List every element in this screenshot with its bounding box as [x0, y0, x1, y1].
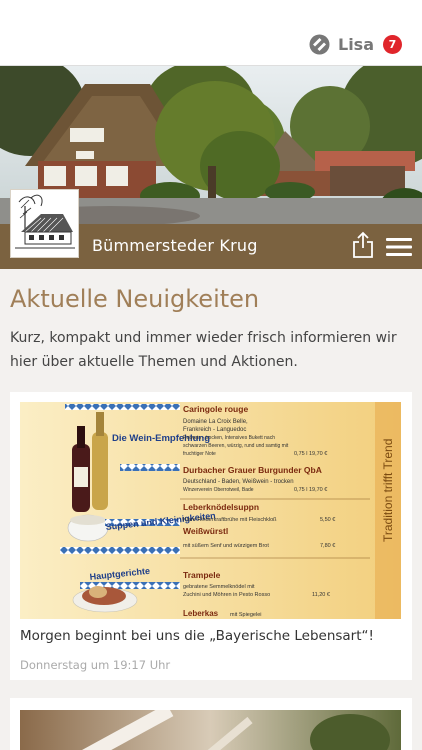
poster-item-3-price: 7,80 € [320, 543, 335, 549]
share-icon[interactable] [351, 231, 375, 259]
news-card[interactable] [10, 698, 412, 750]
poster-item-5-name: Leberkas [183, 609, 219, 618]
page-intro: Kurz, kompakt und immer wieder frisch in… [10, 330, 397, 370]
news-card-title[interactable]: Morgen beginnt bei uns die „Bayerische L… [20, 628, 400, 644]
poster-item-0-line-4: fruchtiger Note [183, 451, 216, 457]
poster-item-5-line-0: mit Spiegelei [230, 612, 262, 618]
news-card[interactable]: Tradition trifft Trend Die Wein-Empfehlu… [10, 392, 412, 680]
user-badge-icon [309, 34, 330, 55]
news-card-date: Donnerstag um 19:17 Uhr [20, 658, 171, 672]
poster-item-1-name: Durbacher Grauer Burgunder QbA [183, 465, 322, 475]
restaurant-name: Bümmersteder Krug [92, 236, 258, 255]
poster-item-0-line-2: Rotwein - trocken, Intensives Bukett nac… [183, 435, 275, 441]
news-card-image[interactable]: Tradition trifft Trend Die Wein-Empfehlu… [20, 402, 401, 619]
poster-item-2-price: 5,50 € [320, 517, 335, 523]
poster-item-2-name: Leberknödelsuppn [183, 502, 259, 512]
poster-item-1-price: 0,75 l 19,70 € [294, 487, 327, 493]
poster-item-4-line-1: Zuchini und Möhren in Pesto Rosso [183, 592, 270, 598]
poster-item-3-line-0: mit süßem Senf und würzigem Brot [183, 543, 269, 549]
poster-item-2-line-0: Klare Rinderkraftbrühe mit Fleischkloß [183, 517, 277, 523]
top-bar: Lisa 7 [0, 0, 422, 66]
poster-item-4-price: 11,20 € [312, 592, 330, 598]
poster-item-4-line-0: gebratene Semmelknödel mit [183, 584, 255, 590]
poster-item-0-line-0: Domaine La Croix Belle, [183, 419, 248, 425]
news-card-image[interactable] [20, 710, 401, 750]
user-name[interactable]: Lisa [338, 35, 374, 54]
poster-item-4-name: Trampele [183, 570, 221, 580]
poster-item-0-line-1: Frankreich - Languedoc [183, 427, 246, 433]
poster-item-0-name: Caringole rouge [183, 404, 248, 414]
hamburger-menu-icon[interactable] [386, 237, 412, 257]
poster-item-0-price: 0,75 l 19,70 € [294, 451, 327, 457]
restaurant-logo [10, 189, 79, 258]
user-profile-button[interactable]: Lisa 7 [309, 31, 402, 57]
poster-item-0-line-3: schwarzen Beeren, würzig, rund und samti… [183, 443, 289, 449]
poster-item-3-name: Weißwürstl [183, 526, 228, 536]
poster-item-1-line-0: Deutschland - Baden, Weißwein - trocken [183, 479, 294, 485]
notification-badge[interactable]: 7 [383, 34, 402, 54]
page-title: Aktuelle Neuigkeiten [10, 285, 260, 313]
poster-item-1-line-1: Winzerverein Oberrotweil, Bade [183, 487, 254, 493]
poster-side-text: Tradition trifft Trend [381, 439, 395, 542]
